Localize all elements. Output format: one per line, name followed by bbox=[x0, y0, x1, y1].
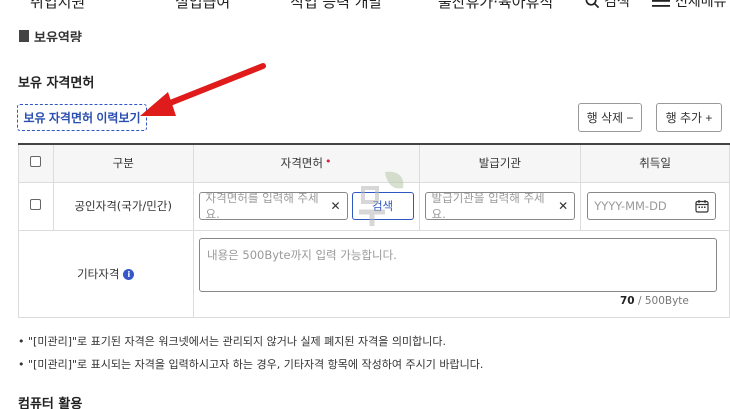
row-select-cell bbox=[18, 181, 54, 231]
all-menu-label: 전체메뉴 bbox=[675, 0, 727, 10]
header-acquired-date: 취득일 bbox=[580, 143, 730, 183]
textarea-placeholder: 내용은 500Byte까지 입력 가능합니다. bbox=[207, 248, 397, 262]
nav-item-job-skill[interactable]: 직업 능력 개발 bbox=[290, 0, 382, 12]
search-button[interactable]: 검색 bbox=[585, 0, 630, 11]
section-title: 보유 자격면허 bbox=[18, 76, 95, 91]
issuer-input[interactable]: 발급기관을 입력해 주세요. ✕ bbox=[424, 191, 576, 221]
issuer-cell: 발급기관을 입력해 주세요. ✕ bbox=[418, 181, 582, 231]
select-all-checkbox[interactable] bbox=[30, 156, 42, 168]
info-icon[interactable]: i bbox=[123, 268, 135, 280]
date-cell: YYYY-MM-DD bbox=[580, 181, 730, 231]
watermark-logo bbox=[359, 171, 404, 226]
row-category: 공인자격(국가/민간) bbox=[52, 181, 194, 231]
date-placeholder: YYYY-MM-DD bbox=[594, 199, 667, 213]
license-placeholder: 자격면허를 입력해 주세요. bbox=[205, 191, 319, 221]
add-row-button[interactable]: 행 추가 + bbox=[656, 103, 722, 132]
computer-skills-title: 컴퓨터 활용 bbox=[18, 397, 83, 409]
delete-row-button[interactable]: 행 삭제 − bbox=[578, 103, 642, 132]
row-checkbox[interactable] bbox=[30, 199, 42, 210]
notice-item: "[미관리]"로 표시되는 자격을 입력하시고자 하는 경우, 기타자격 항목에… bbox=[18, 356, 483, 379]
byte-counter-current: 70 bbox=[620, 295, 635, 307]
required-mark: • bbox=[324, 155, 332, 169]
search-label: 검색 bbox=[604, 0, 630, 10]
license-history-button[interactable]: 보유 자격면허 이력보기 bbox=[17, 104, 147, 131]
hamburger-icon bbox=[652, 0, 670, 7]
search-icon bbox=[585, 0, 600, 8]
header-license-label: 자격면허 bbox=[280, 156, 323, 171]
nav-item-parental-leave[interactable]: 출산휴가·육아휴직 bbox=[438, 0, 553, 12]
header-issuer: 발급기관 bbox=[418, 143, 582, 183]
header-select-all bbox=[18, 143, 54, 183]
other-license-label-cell: 기타자격 i bbox=[18, 229, 194, 318]
byte-counter-max: / 500Byte bbox=[634, 295, 689, 307]
acquired-date-input[interactable]: YYYY-MM-DD bbox=[587, 192, 716, 220]
issuer-placeholder: 발급기관을 입력해 주세요. bbox=[431, 191, 545, 221]
clear-icon[interactable]: ✕ bbox=[330, 199, 340, 213]
top-navigation: 취업지원 실업급여 직업 능력 개발 출산휴가·육아휴직 검색 전체메뉴 bbox=[0, 0, 730, 17]
red-arrow-annotation bbox=[140, 63, 266, 116]
section-header-capability: 보유역량 bbox=[18, 30, 82, 42]
clear-icon[interactable]: ✕ bbox=[558, 199, 568, 213]
nav-item-employment-support[interactable]: 취업지원 bbox=[30, 0, 85, 12]
byte-counter: 70 / 500Byte bbox=[620, 295, 689, 307]
notice-item: "[미관리]"로 표기된 자격은 워크넷에서는 관리되지 않거나 실제 폐지된 … bbox=[18, 333, 483, 356]
header-category: 구분 bbox=[52, 143, 194, 183]
notice-list: "[미관리]"로 표기된 자격은 워크넷에서는 관리되지 않거나 실제 폐지된 … bbox=[18, 333, 483, 379]
other-license-label: 기타자격 bbox=[77, 266, 120, 281]
document-icon bbox=[19, 30, 29, 42]
calendar-icon[interactable] bbox=[695, 199, 709, 213]
license-input[interactable]: 자격면허를 입력해 주세요. ✕ bbox=[198, 191, 348, 221]
section-cut-title: 보유역량 bbox=[34, 30, 82, 43]
other-license-textarea[interactable]: 내용은 500Byte까지 입력 가능합니다. bbox=[199, 238, 717, 292]
nav-item-unemployment-benefit[interactable]: 실업급여 bbox=[175, 0, 230, 12]
all-menu-button[interactable]: 전체메뉴 bbox=[652, 0, 727, 11]
